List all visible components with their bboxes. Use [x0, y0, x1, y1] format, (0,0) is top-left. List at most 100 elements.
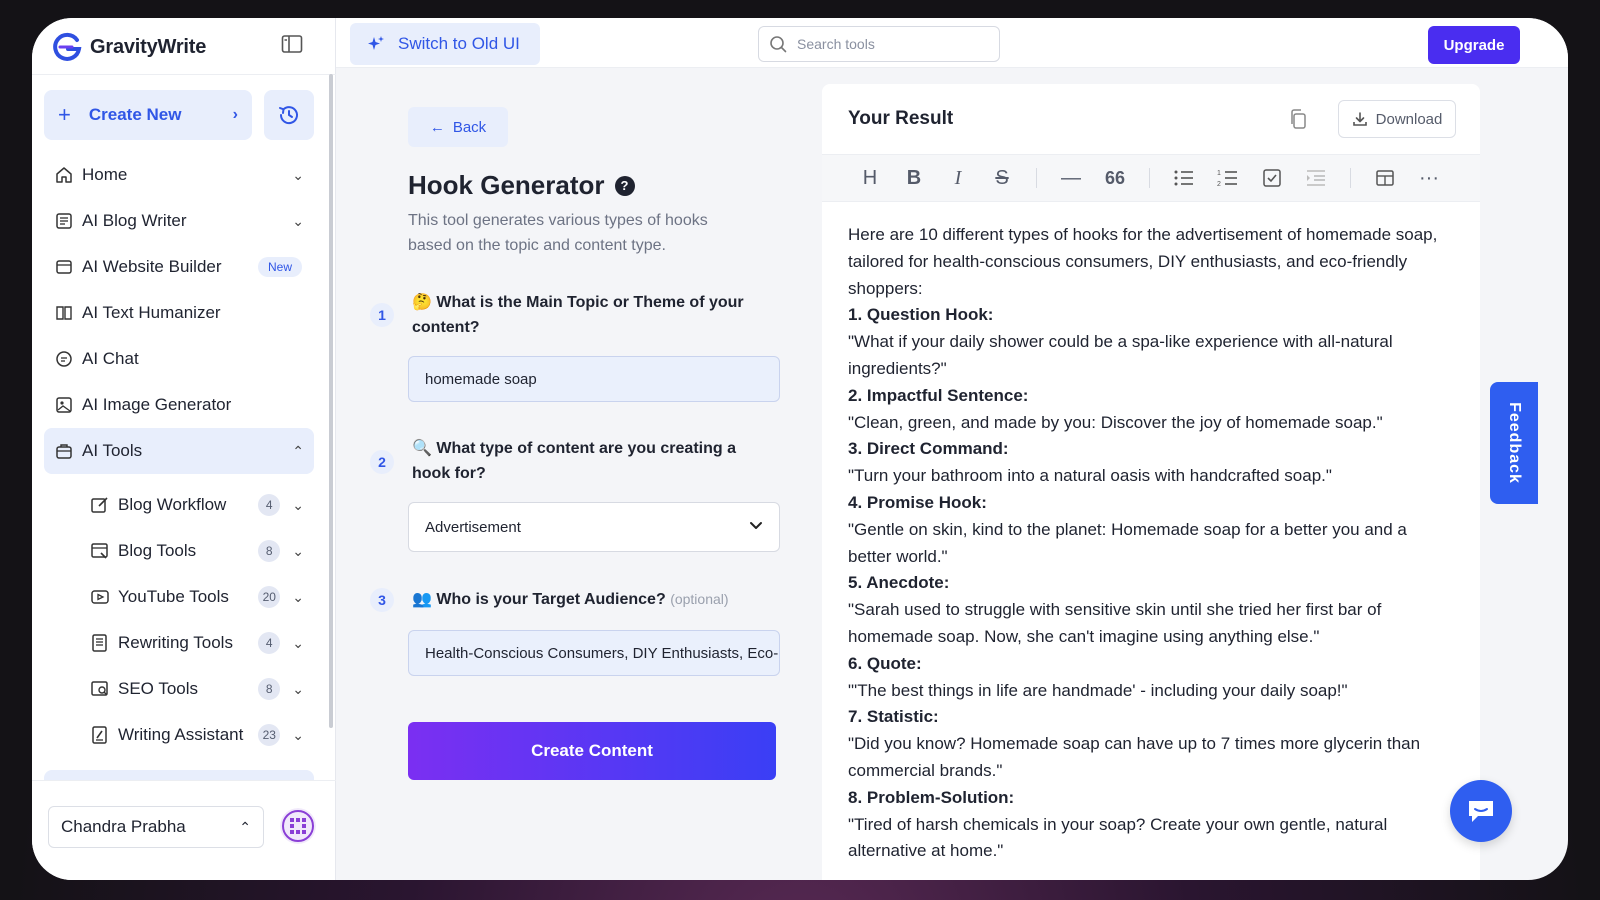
user-switcher[interactable]: Chandra Prabha ⌃ — [48, 806, 264, 848]
upgrade-button[interactable]: Upgrade — [1428, 26, 1520, 64]
result-header: Your Result Download — [822, 84, 1480, 154]
user-name: Chandra Prabha — [61, 817, 186, 836]
arrow-left-icon: ← — [429, 118, 445, 136]
sparkle-icon — [368, 36, 384, 50]
sidebar-item-seo-tools[interactable]: SEO Tools 8 ⌄ — [80, 666, 314, 712]
strikethrough-icon[interactable]: S — [980, 160, 1024, 196]
hook-heading: 2. Impactful Sentence: — [848, 385, 1029, 405]
sidebar-toggle-icon[interactable] — [280, 32, 304, 56]
sidebar-divider — [32, 74, 336, 75]
chevron-up-icon: ⌃ — [239, 818, 251, 835]
hook-heading: 4. Promise Hook: — [848, 492, 987, 512]
sidebar-item-label: AI Website Builder — [82, 257, 222, 276]
count-badge: 23 — [258, 724, 281, 746]
app-window: GravityWrite + Create New › Home ⌄ AI Bl… — [32, 18, 1568, 880]
sidebar-item-home[interactable]: Home ⌄ — [44, 152, 314, 198]
sidebar-item-label: AI Tools — [82, 441, 143, 460]
chat-bubble-icon — [1469, 801, 1493, 822]
chat-button[interactable] — [1450, 780, 1512, 842]
search-input[interactable]: Search tools — [758, 26, 1000, 62]
sidebar-item-ai-image-generator[interactable]: AI Image Generator — [44, 382, 314, 428]
hook-text: "What if your daily shower could be a sp… — [848, 332, 1393, 378]
app-name: GravityWrite — [90, 35, 207, 58]
chevron-down-icon: ⌄ — [292, 166, 304, 183]
gravitywrite-logo-icon — [53, 32, 82, 61]
step-number: 3 — [370, 588, 394, 612]
sidebar-item-blog-workflow[interactable]: Blog Workflow 4 ⌄ — [80, 482, 314, 528]
back-button[interactable]: ← Back — [408, 107, 508, 147]
svg-text:1: 1 — [1217, 170, 1221, 177]
sidebar-item-label: Blog Tools — [118, 541, 197, 560]
more-options-icon[interactable]: ··· — [1407, 160, 1451, 196]
target-audience-input[interactable]: Health-Conscious Consumers, DIY Enthusia… — [408, 630, 780, 676]
bullet-list-icon[interactable] — [1162, 160, 1206, 196]
question-text: What is the Main Topic or Theme of your … — [412, 294, 744, 336]
chevron-up-icon: ⌃ — [292, 442, 304, 459]
chevron-down-icon: ⌄ — [292, 634, 304, 651]
table-icon[interactable] — [1363, 160, 1407, 196]
sidebar-item-rewriting-tools[interactable]: Rewriting Tools 4 ⌄ — [80, 620, 314, 666]
count-badge: 4 — [258, 632, 281, 654]
sidebar-item-ai-text-humanizer[interactable]: AI Text Humanizer — [44, 290, 314, 336]
sidebar-item-writing-assistant[interactable]: Writing Assistant 23 ⌄ — [80, 712, 314, 758]
indent-icon[interactable] — [1294, 160, 1338, 196]
question-text: Who is your Target Audience? — [436, 591, 666, 608]
result-intro: Here are 10 different types of hooks for… — [848, 225, 1438, 298]
browser-icon — [54, 257, 74, 277]
hook-heading: 3. Direct Command: — [848, 439, 1009, 459]
quote-icon[interactable]: 66 — [1093, 160, 1137, 196]
italic-icon[interactable]: I — [936, 160, 980, 196]
create-new-button[interactable]: + Create New › — [44, 90, 252, 140]
sidebar-item-blog-tools[interactable]: Blog Tools 8 ⌄ — [80, 528, 314, 574]
step-number: 2 — [370, 450, 394, 474]
sidebar-item-label: AI Image Generator — [82, 395, 232, 414]
bold-icon[interactable]: B — [892, 160, 936, 196]
download-button[interactable]: Download — [1338, 100, 1456, 138]
create-new-label: Create New — [88, 105, 182, 124]
toolbox-icon — [54, 441, 74, 461]
sidebar-item-label: AI Chat — [82, 349, 139, 368]
content-type-select[interactable]: Advertisement — [408, 502, 780, 552]
sidebar-item-ai-chat[interactable]: AI Chat — [44, 336, 314, 382]
edit-icon — [90, 495, 110, 515]
chevron-down-icon — [749, 518, 763, 536]
download-icon — [1352, 112, 1367, 126]
search-icon — [770, 36, 787, 53]
sidebar-item-youtube-tools[interactable]: YouTube Tools 20 ⌄ — [80, 574, 314, 620]
feedback-tab[interactable]: Feedback — [1490, 382, 1538, 504]
seo-icon — [90, 679, 110, 699]
sidebar: GravityWrite + Create New › Home ⌄ AI Bl… — [32, 18, 336, 880]
checklist-icon[interactable] — [1250, 160, 1294, 196]
question-label: 👥 Who is your Target Audience? (optional… — [412, 587, 762, 612]
feedback-label: Feedback — [1506, 402, 1523, 484]
sidebar-item-label: AI Blog Writer — [82, 211, 187, 230]
help-icon[interactable]: ? — [614, 175, 635, 196]
count-badge: 8 — [258, 540, 281, 562]
horizontal-rule-icon[interactable]: — — [1049, 160, 1093, 196]
image-icon — [54, 395, 74, 415]
hook-text: "Clean, green, and made by you: Discover… — [848, 412, 1383, 432]
avatar[interactable] — [280, 808, 316, 844]
hook-text: "Tired of harsh chemicals in your soap? … — [848, 814, 1388, 861]
switch-to-old-ui-button[interactable]: Switch to Old UI — [350, 23, 540, 65]
optional-label: (optional) — [670, 591, 729, 607]
logo[interactable]: GravityWrite — [52, 32, 206, 62]
sidebar-item-ai-blog-writer[interactable]: AI Blog Writer ⌄ — [44, 198, 314, 244]
page-title: Hook Generator ? — [408, 170, 635, 201]
copy-icon[interactable] — [1288, 108, 1308, 130]
thinking-emoji-icon: 🤔 — [412, 294, 432, 311]
numbered-list-icon[interactable]: 12 — [1206, 160, 1250, 196]
hook-heading: 8. Problem-Solution: — [848, 787, 1015, 807]
main-topic-input[interactable]: homemade soap — [408, 356, 780, 402]
sidebar-item-ai-tools[interactable]: AI Tools ⌃ — [44, 428, 314, 474]
history-button[interactable] — [264, 90, 314, 140]
heading-icon[interactable]: H — [848, 160, 892, 196]
sidebar-item-ai-website-builder[interactable]: AI Website Builder New — [44, 244, 314, 290]
sidebar-scrollbar[interactable] — [329, 74, 333, 728]
create-content-button[interactable]: Create Content — [408, 722, 776, 780]
toolbar-divider — [1149, 168, 1150, 188]
hook-heading: 6. Quote: — [848, 653, 922, 673]
chevron-right-icon: › — [232, 106, 238, 123]
toolbar-divider — [1036, 168, 1037, 188]
tool-title-text: Hook Generator — [408, 170, 605, 200]
